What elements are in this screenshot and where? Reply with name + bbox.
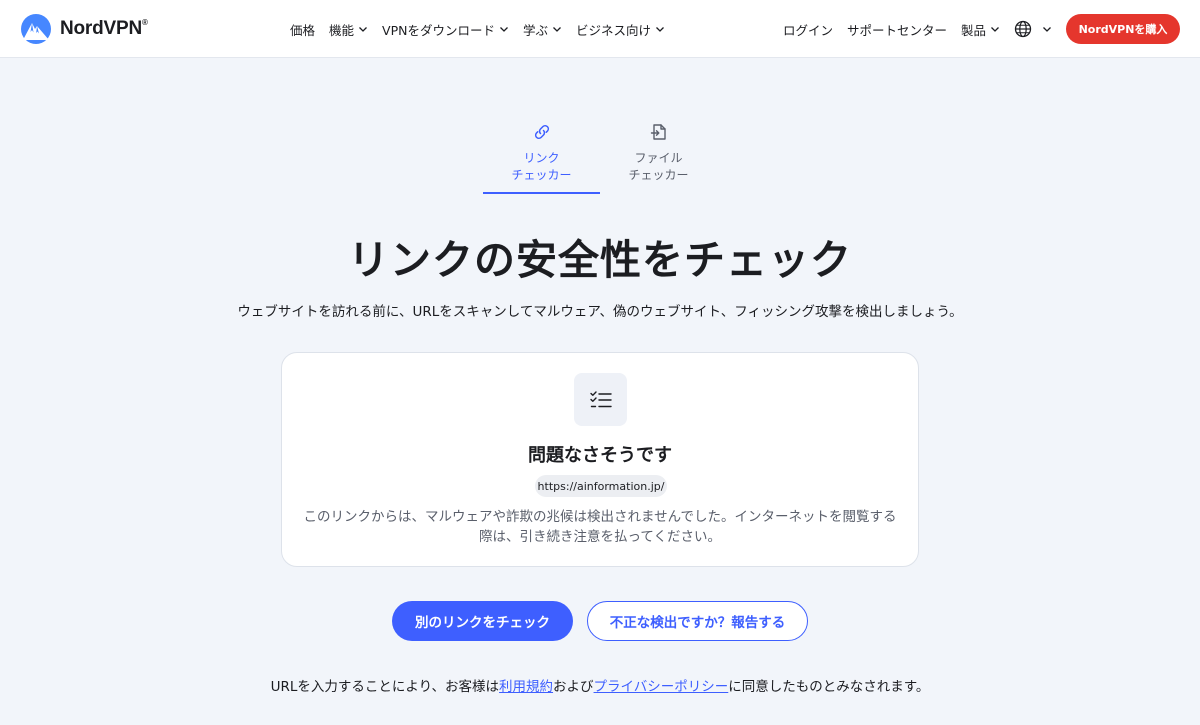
- nav-download[interactable]: VPNをダウンロード: [382, 20, 509, 39]
- chevron-down-icon: [500, 27, 508, 32]
- privacy-policy-link[interactable]: プライバシーポリシー: [594, 679, 729, 695]
- language-selector[interactable]: [1014, 20, 1052, 38]
- report-false-detection-button[interactable]: 不正な検出ですか？報告する: [587, 601, 808, 641]
- terms-disclaimer: URLを入力することにより、お客様は利用規約およびプライバシーポリシーに同意した…: [0, 675, 1200, 695]
- result-title: 問題なさそうです: [528, 445, 672, 466]
- tab-label: ファイル チェッカー: [628, 151, 689, 182]
- support-center-link[interactable]: サポートセンター: [847, 20, 947, 39]
- site-header: NordVPN® 価格 機能 VPNをダウンロード 学ぶ ビジネス向け ログイン…: [0, 0, 1200, 58]
- nav-label: VPNをダウンロード: [382, 22, 495, 38]
- terms-of-service-link[interactable]: 利用規約: [499, 679, 553, 695]
- scan-result-card: 問題なさそうです https://ainformation.jp/ このリンクか…: [281, 352, 919, 567]
- nordvpn-logo[interactable]: NordVPN®: [20, 14, 148, 44]
- checker-tabs: リンク チェッカー ファイル チェッカー: [483, 118, 717, 194]
- buy-nordvpn-button[interactable]: NordVPNを購入: [1066, 14, 1180, 44]
- link-icon: [534, 124, 549, 140]
- chevron-down-icon: [359, 27, 367, 32]
- check-another-link-button[interactable]: 別のリンクをチェック: [392, 601, 573, 641]
- main-nav: 価格 機能 VPNをダウンロード 学ぶ ビジネス向け: [290, 0, 665, 58]
- nav-features[interactable]: 機能: [329, 20, 368, 39]
- scanned-url-badge: https://ainformation.jp/: [535, 475, 667, 497]
- terms-suffix: に同意したものとみなされます。: [728, 679, 930, 695]
- chevron-down-icon: [1043, 27, 1051, 32]
- login-link[interactable]: ログイン: [783, 20, 833, 39]
- terms-middle: および: [553, 679, 594, 695]
- checklist-icon: [589, 390, 612, 407]
- chevron-down-icon: [656, 27, 664, 32]
- nav-learn[interactable]: 学ぶ: [523, 20, 562, 39]
- products-menu[interactable]: 製品: [961, 20, 1000, 39]
- chevron-down-icon: [553, 27, 561, 32]
- brand-name: NordVPN®: [60, 18, 148, 39]
- nordvpn-mountain-icon: [21, 14, 51, 44]
- globe-icon: [1014, 20, 1032, 38]
- chevron-down-icon: [991, 27, 999, 32]
- nav-label: ビジネス向け: [576, 22, 652, 38]
- file-check-icon: [650, 124, 666, 140]
- products-label: 製品: [960, 22, 986, 38]
- result-icon-box: [574, 373, 627, 426]
- nav-label: 価格: [290, 22, 316, 38]
- nav-business[interactable]: ビジネス向け: [576, 20, 665, 39]
- page-subtitle: ウェブサイトを訪れる前に、URLをスキャンしてマルウェア、偽のウェブサイト、フィ…: [237, 304, 963, 320]
- tab-label: リンク チェッカー: [511, 151, 572, 182]
- tab-file-checker[interactable]: ファイル チェッカー: [600, 118, 717, 194]
- nav-pricing[interactable]: 価格: [290, 20, 315, 39]
- result-description: このリンクからは、マルウェアや詐欺の兆候は検出されませんでした。インターネットを…: [303, 509, 897, 545]
- terms-prefix: URLを入力することにより、お客様は: [270, 679, 500, 695]
- header-actions: ログイン サポートセンター 製品 NordVPNを購入: [783, 0, 1180, 58]
- page-title: リンクの安全性をチェック: [348, 236, 852, 284]
- nav-label: 機能: [329, 22, 355, 38]
- tab-link-checker[interactable]: リンク チェッカー: [483, 118, 600, 194]
- nav-label: 学ぶ: [522, 22, 548, 38]
